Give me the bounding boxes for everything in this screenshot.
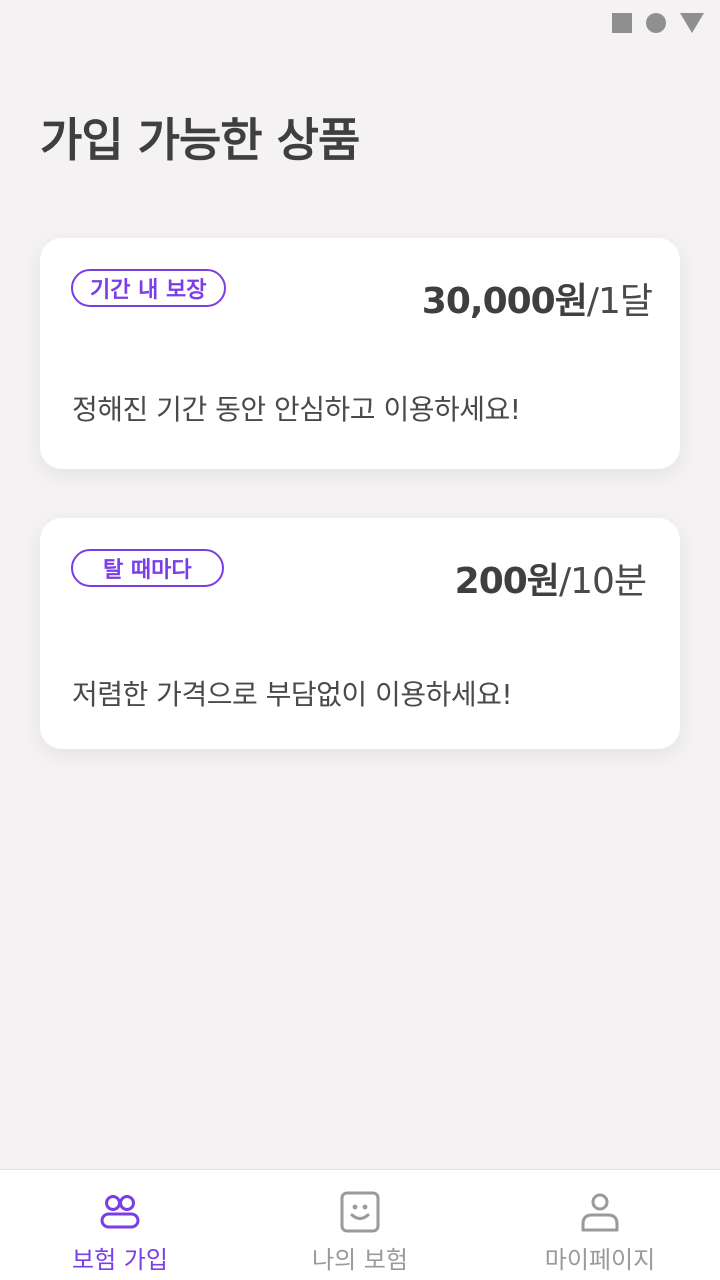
- nav-label: 나의 보험: [312, 1246, 408, 1274]
- price-unit: /1달: [586, 281, 653, 322]
- nav-item-my-page[interactable]: 마이페이지: [480, 1170, 720, 1280]
- product-badge: 탈 때마다: [71, 549, 224, 587]
- product-description: 저렴한 가격으로 부담없이 이용하세요!: [72, 678, 513, 711]
- product-price: 200원/10분: [454, 552, 647, 604]
- nav-item-insurance-signup[interactable]: 보험 가입: [0, 1170, 240, 1280]
- nav-label: 마이페이지: [544, 1246, 656, 1274]
- page-title: 가입 가능한 상품: [40, 113, 360, 167]
- smile-face-icon: [340, 1191, 380, 1233]
- status-bar: [0, 0, 720, 48]
- price-unit: /10분: [558, 561, 647, 602]
- product-card-period[interactable]: 기간 내 보장 30,000원/1달 정해진 기간 동안 안심하고 이용하세요!: [40, 238, 680, 469]
- nav-item-my-insurance[interactable]: 나의 보험: [240, 1170, 480, 1280]
- triangle-down-icon: [680, 13, 704, 33]
- nav-label: 보험 가입: [72, 1246, 168, 1274]
- product-badge: 기간 내 보장: [71, 269, 226, 307]
- circle-icon: [646, 13, 666, 33]
- product-description: 정해진 기간 동안 안심하고 이용하세요!: [72, 393, 521, 426]
- person-icon: [581, 1193, 619, 1232]
- stop-icon: [612, 13, 632, 33]
- price-amount: 200원: [454, 561, 560, 602]
- bottom-nav: 보험 가입 나의 보험 마이페이지: [0, 1169, 720, 1280]
- status-icons: [612, 13, 704, 33]
- product-card-per-ride[interactable]: 탈 때마다 200원/10분 저렴한 가격으로 부담없이 이용하세요!: [40, 518, 680, 749]
- product-price: 30,000원/1달: [421, 272, 653, 324]
- people-icon: [100, 1195, 140, 1229]
- price-amount: 30,000원: [421, 281, 588, 322]
